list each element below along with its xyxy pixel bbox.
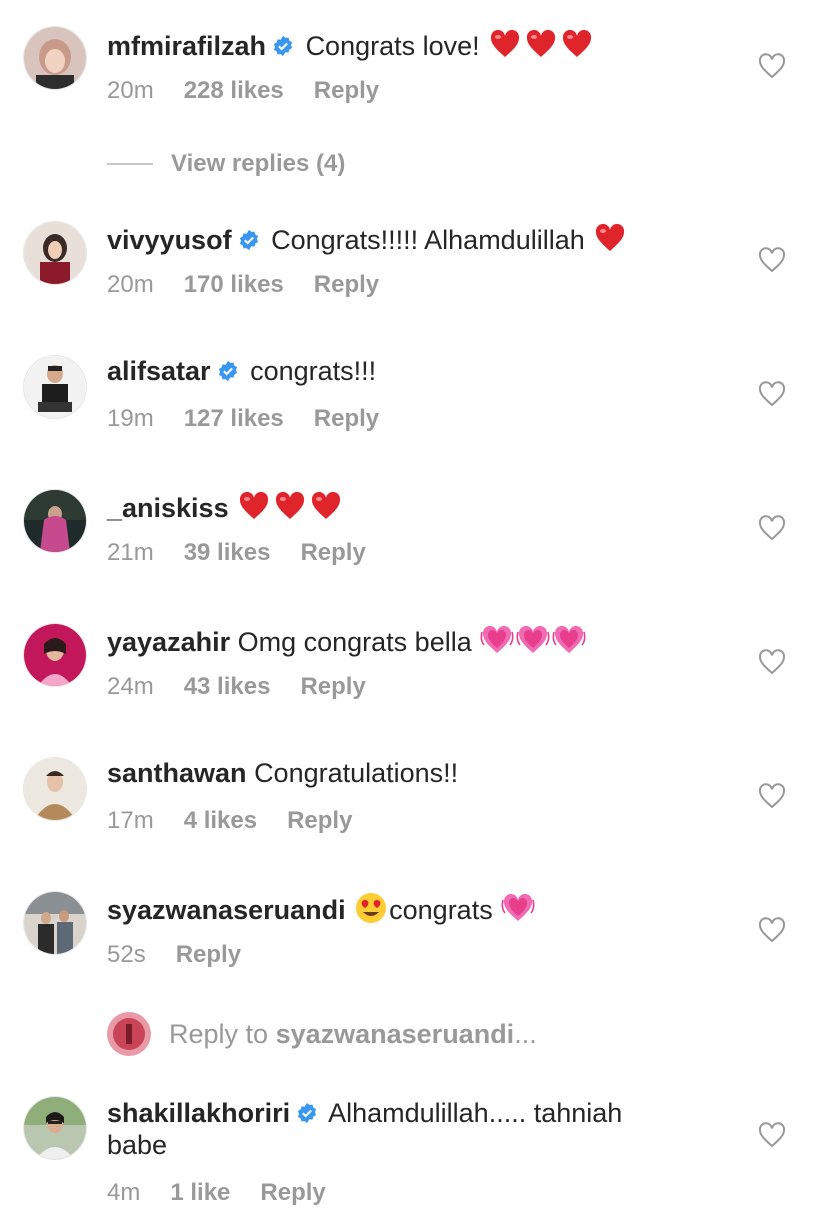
current-user-avatar xyxy=(107,1012,151,1056)
timestamp: 20m xyxy=(107,77,154,104)
heart-outline-icon[interactable] xyxy=(758,917,786,943)
reply-button[interactable]: Reply xyxy=(314,271,379,298)
reply-button[interactable]: Reply xyxy=(314,405,379,432)
comment-text: Congrats love! xyxy=(305,31,480,61)
verified-badge-icon xyxy=(238,229,260,251)
username[interactable]: santhawan xyxy=(107,758,247,788)
heart-outline-icon[interactable] xyxy=(758,515,786,541)
heart-eyes-emoji xyxy=(354,891,388,925)
username[interactable]: mfmirafilzah xyxy=(107,31,266,61)
reply-button[interactable]: Reply xyxy=(176,941,241,968)
red-heart-emoji xyxy=(593,221,627,255)
username[interactable]: alifsatar xyxy=(107,356,211,386)
growing-heart-emoji xyxy=(501,891,535,925)
heart-outline-icon[interactable] xyxy=(758,1122,786,1148)
reply-button[interactable]: Reply xyxy=(260,1179,325,1206)
avatar[interactable] xyxy=(24,758,86,820)
likes-count[interactable]: 1 like xyxy=(170,1179,230,1206)
reply-suffix: ... xyxy=(514,1018,537,1049)
view-replies-button[interactable]: View replies (4) xyxy=(107,150,345,178)
likes-count[interactable]: 170 likes xyxy=(184,271,284,298)
timestamp: 21m xyxy=(107,539,154,566)
red-heart-emoji xyxy=(237,489,271,523)
reply-placeholder[interactable]: Reply to syazwanaseruandi... xyxy=(169,1019,537,1050)
reply-composer[interactable]: Reply to syazwanaseruandi... xyxy=(107,1012,537,1056)
growing-heart-emoji xyxy=(552,623,586,657)
timestamp: 24m xyxy=(107,673,154,700)
comment-text: Congrats!!!!! Alhamdulillah xyxy=(271,225,585,255)
timestamp: 20m xyxy=(107,271,154,298)
timestamp: 19m xyxy=(107,405,154,432)
likes-count[interactable]: 127 likes xyxy=(184,405,284,432)
reply-button[interactable]: Reply xyxy=(314,77,379,104)
timestamp: 52s xyxy=(107,941,146,968)
reply-prefix: Reply to xyxy=(169,1018,269,1049)
red-heart-emoji xyxy=(488,27,522,61)
divider xyxy=(107,163,153,165)
reply-button[interactable]: Reply xyxy=(300,673,365,700)
username[interactable]: _aniskiss xyxy=(107,493,229,523)
likes-count[interactable]: 4 likes xyxy=(184,807,257,834)
growing-heart-emoji xyxy=(480,623,514,657)
avatar[interactable] xyxy=(24,490,86,552)
timestamp: 17m xyxy=(107,807,154,834)
verified-badge-icon xyxy=(272,35,294,57)
comment-text: Congratulations!! xyxy=(254,758,459,788)
comment-text: congrats!!! xyxy=(250,356,377,386)
comment-text: Omg congrats bella xyxy=(237,627,472,657)
red-heart-emoji xyxy=(309,489,343,523)
verified-badge-icon xyxy=(217,360,239,382)
red-heart-emoji xyxy=(560,27,594,61)
username[interactable]: shakillakhoriri xyxy=(107,1098,290,1128)
avatar[interactable] xyxy=(24,356,86,418)
avatar[interactable] xyxy=(24,624,86,686)
view-replies-label: View replies (4) xyxy=(171,150,346,177)
avatar[interactable] xyxy=(24,1097,86,1159)
username[interactable]: vivyyusof xyxy=(107,225,232,255)
red-heart-emoji xyxy=(524,27,558,61)
reply-button[interactable]: Reply xyxy=(300,539,365,566)
likes-count[interactable]: 43 likes xyxy=(184,673,271,700)
username[interactable]: yayazahir xyxy=(107,627,230,657)
username[interactable]: syazwanaseruandi xyxy=(107,895,346,925)
growing-heart-emoji xyxy=(516,623,550,657)
avatar[interactable] xyxy=(24,222,86,284)
red-heart-emoji xyxy=(273,489,307,523)
avatar[interactable] xyxy=(24,27,86,89)
heart-outline-icon[interactable] xyxy=(758,649,786,675)
timestamp: 4m xyxy=(107,1179,141,1206)
likes-count[interactable]: 228 likes xyxy=(184,77,284,104)
heart-outline-icon[interactable] xyxy=(758,53,786,79)
reply-button[interactable]: Reply xyxy=(287,807,352,834)
verified-badge-icon xyxy=(296,1102,318,1124)
likes-count[interactable]: 39 likes xyxy=(184,539,271,566)
comment-text: congrats xyxy=(389,895,493,925)
avatar[interactable] xyxy=(24,892,86,954)
heart-outline-icon[interactable] xyxy=(758,381,786,407)
reply-target-username: syazwanaseruandi xyxy=(275,1018,515,1049)
heart-outline-icon[interactable] xyxy=(758,247,786,273)
heart-outline-icon[interactable] xyxy=(758,783,786,809)
